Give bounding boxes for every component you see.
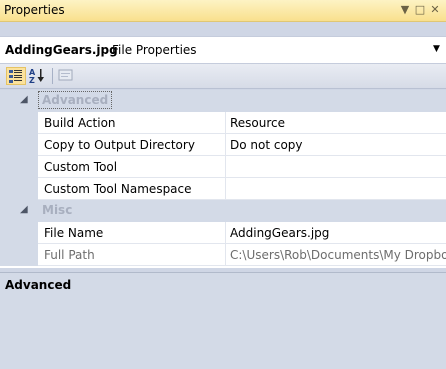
category-advanced[interactable]: ◢ Advanced xyxy=(0,90,446,112)
property-value[interactable]: Do not copy xyxy=(230,138,303,152)
property-name: File Name xyxy=(44,226,104,240)
alphabetical-button[interactable]: A Z xyxy=(28,67,48,85)
svg-text:Z: Z xyxy=(29,76,35,83)
sort-az-icon: A Z xyxy=(29,68,44,85)
property-value[interactable]: C:\Users\Rob\Documents\My Dropbox xyxy=(230,248,446,262)
selected-object-type: File Properties xyxy=(112,43,197,57)
property-pages-button[interactable] xyxy=(57,67,77,85)
window-title: Properties xyxy=(4,3,65,17)
description-title: Advanced xyxy=(5,278,72,292)
toolbar-separator xyxy=(52,68,53,84)
selected-object-name: AddingGears.jpg xyxy=(5,43,118,57)
property-name: Custom Tool Namespace xyxy=(44,182,192,196)
property-value[interactable]: Resource xyxy=(230,116,285,130)
property-row-build-action[interactable]: Build Action Resource xyxy=(0,112,446,134)
category-name: Advanced xyxy=(37,91,113,109)
close-icon[interactable]: ✕ xyxy=(428,2,442,18)
property-grid: ◢ Advanced Build Action Resource Copy to… xyxy=(0,90,446,268)
property-row-file-name[interactable]: File Name AddingGears.jpg xyxy=(0,222,446,244)
chevron-down-icon[interactable]: ▼ xyxy=(433,44,440,54)
property-name: Copy to Output Directory xyxy=(44,138,195,152)
description-pane: Advanced xyxy=(0,272,446,369)
property-name: Build Action xyxy=(44,116,116,130)
pin-dropdown-icon[interactable]: ▼ xyxy=(398,2,412,18)
property-pages-icon xyxy=(58,69,73,81)
object-selector[interactable]: AddingGears.jpg File Properties ▼ xyxy=(0,36,446,64)
property-name: Full Path xyxy=(44,248,95,262)
categorized-button[interactable] xyxy=(6,67,26,85)
properties-toolbar: A Z xyxy=(0,64,446,89)
collapse-triangle-icon[interactable]: ◢ xyxy=(20,94,28,105)
maximize-icon[interactable]: □ xyxy=(413,2,427,18)
property-row-custom-tool-namespace[interactable]: Custom Tool Namespace xyxy=(0,178,446,200)
category-name: Misc xyxy=(42,203,73,217)
property-row-custom-tool[interactable]: Custom Tool xyxy=(0,156,446,178)
collapse-triangle-icon[interactable]: ◢ xyxy=(20,204,28,215)
properties-window: Properties ▼ □ ✕ AddingGears.jpg File Pr… xyxy=(0,0,446,369)
property-name: Custom Tool xyxy=(44,160,118,174)
property-row-copy-to-output[interactable]: Copy to Output Directory Do not copy xyxy=(0,134,446,156)
title-bar[interactable]: Properties ▼ □ ✕ xyxy=(0,0,446,22)
categorized-icon xyxy=(9,70,22,83)
category-misc[interactable]: ◢ Misc xyxy=(0,200,446,222)
property-row-full-path[interactable]: Full Path C:\Users\Rob\Documents\My Drop… xyxy=(0,244,446,266)
property-value[interactable]: AddingGears.jpg xyxy=(230,226,329,240)
